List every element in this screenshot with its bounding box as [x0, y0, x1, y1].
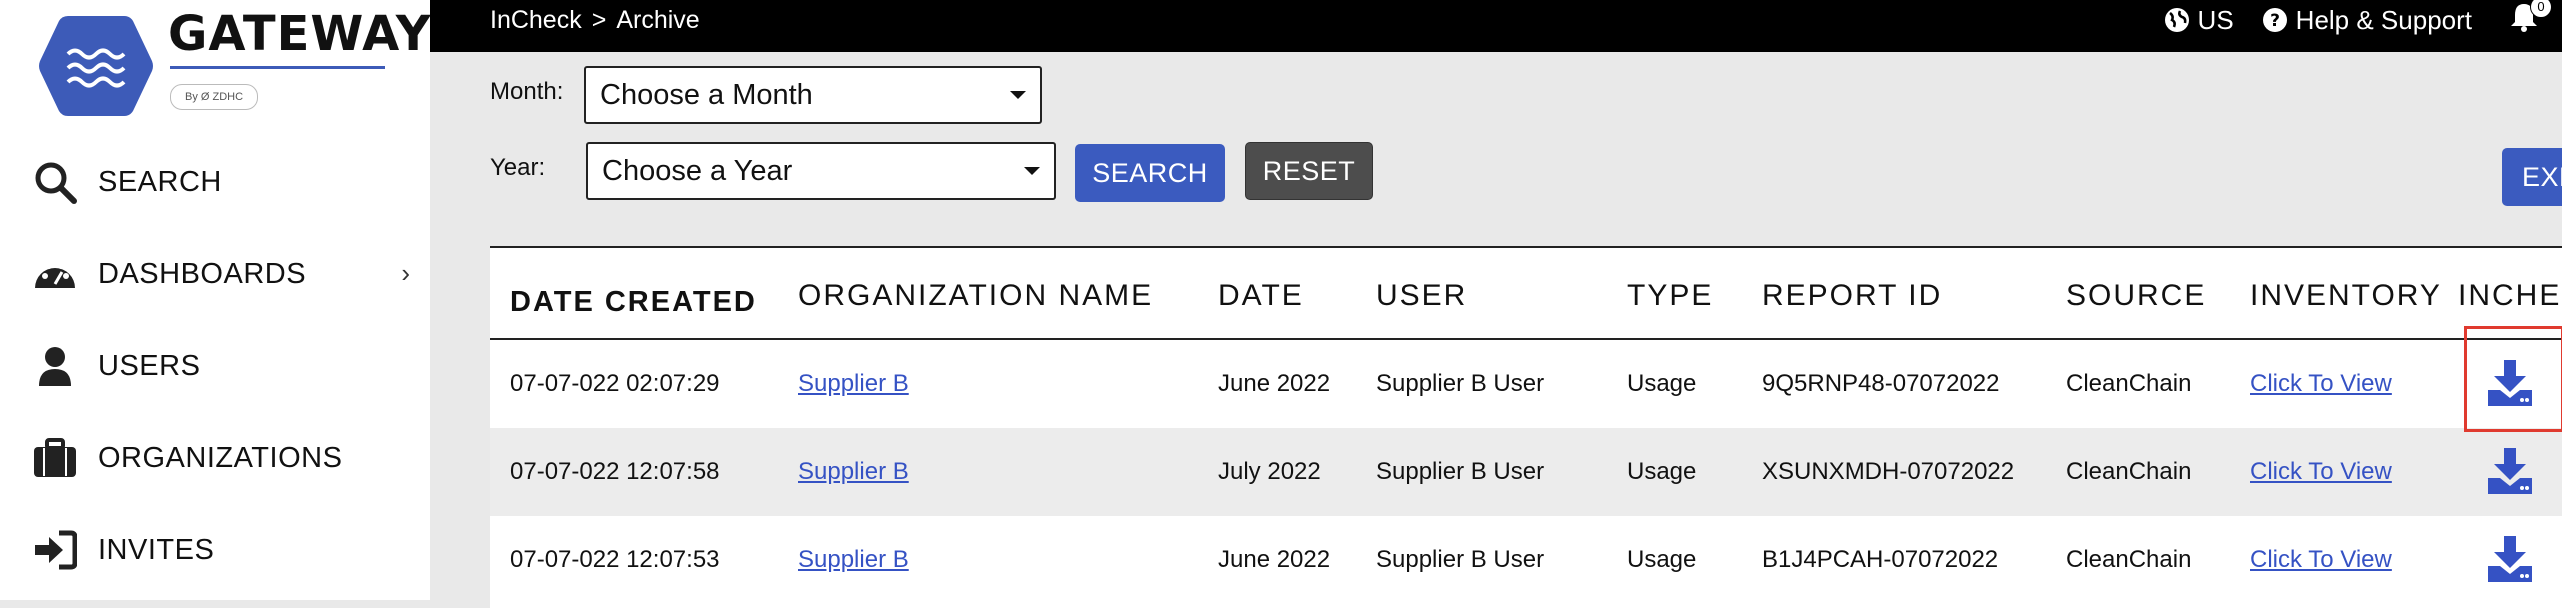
- sidebar-item-invites[interactable]: INVITES: [30, 520, 420, 580]
- highlight-box: [2464, 326, 2562, 432]
- globe-icon: [2164, 8, 2189, 32]
- cell-date: July 2022: [1218, 458, 1321, 485]
- header-date-created[interactable]: DATE CREATED: [510, 254, 757, 344]
- cell-source: CleanChain: [2066, 458, 2192, 485]
- cell-date: June 2022: [1218, 370, 1331, 397]
- cell-date-created: 07-07-022 02:07:29: [510, 370, 720, 397]
- table-header: DATE CREATED ORGANIZATION NAME DATE USER…: [490, 248, 2562, 340]
- archive-table: DATE CREATED ORGANIZATION NAME DATE USER…: [490, 246, 2562, 608]
- top-right-actions: US ? Help & Support 0: [2136, 0, 2562, 40]
- cell-user: Supplier B User: [1376, 546, 1545, 573]
- cell-source: CleanChain: [2066, 370, 2192, 397]
- sidebar-item-label: USERS: [98, 349, 201, 382]
- sidebar-item-dashboards[interactable]: DASHBOARDS ›: [30, 244, 420, 304]
- month-select-value: Choose a Month: [600, 78, 813, 111]
- table-row: 07-07-022 12:07:53 Supplier B June 2022 …: [490, 516, 2562, 604]
- cell-user: Supplier B User: [1376, 458, 1545, 485]
- gateway-logo-icon: [39, 16, 153, 116]
- user-icon: [30, 341, 80, 391]
- dashboard-gauge-icon: [30, 249, 80, 299]
- cell-report-id: 9Q5RNP48-07072022: [1762, 370, 2000, 397]
- sidebar-item-label: INVITES: [98, 533, 215, 566]
- search-icon: [30, 157, 80, 207]
- region-label: US: [2197, 4, 2234, 35]
- header-report-id[interactable]: REPORT ID: [1762, 248, 1942, 338]
- sidebar-item-label: SEARCH: [98, 165, 222, 198]
- organization-link[interactable]: Supplier B: [798, 340, 909, 428]
- help-label: Help & Support: [2295, 4, 2472, 35]
- sign-in-icon: [30, 525, 80, 575]
- header-incheck[interactable]: INCHECK: [2458, 248, 2562, 338]
- inventory-link[interactable]: Click To View: [2250, 428, 2392, 516]
- cell-source: CleanChain: [2066, 546, 2192, 573]
- help-support-link[interactable]: ? Help & Support: [2262, 5, 2472, 36]
- cell-report-id: XSUNXMDH-07072022: [1762, 458, 2015, 485]
- notification-count-badge: 0: [2530, 0, 2552, 18]
- cell-type: Usage: [1627, 546, 1697, 573]
- brand-tagline: By Ø ZDHC: [170, 84, 259, 110]
- organization-link[interactable]: Supplier B: [798, 428, 909, 516]
- table-row: 07-07-022 02:07:29 Supplier B June 2022 …: [490, 340, 2562, 428]
- year-select-value: Choose a Year: [602, 154, 793, 187]
- reset-button[interactable]: RESET: [1245, 142, 1373, 200]
- cell-type: Usage: [1627, 370, 1697, 397]
- cell-report-id: B1J4PCAH-07072022: [1762, 546, 1999, 573]
- top-bar: InCheck > Archive US ? Help & Support 0: [430, 0, 2562, 52]
- search-button[interactable]: SEARCH: [1075, 144, 1225, 202]
- briefcase-icon: [30, 433, 80, 483]
- header-user[interactable]: USER: [1376, 248, 1467, 338]
- cell-date: June 2022: [1218, 546, 1331, 573]
- download-icon[interactable]: [2486, 448, 2534, 494]
- table-row: 07-07-022 12:07:58 Supplier B July 2022 …: [490, 428, 2562, 516]
- header-organization-name[interactable]: ORGANIZATION NAME: [798, 248, 1153, 338]
- breadcrumb-archive: Archive: [616, 6, 700, 34]
- breadcrumb: InCheck > Archive: [490, 0, 700, 40]
- month-label: Month:: [490, 78, 564, 105]
- download-icon[interactable]: [2486, 536, 2534, 582]
- inventory-link[interactable]: Click To View: [2250, 516, 2392, 604]
- header-inventory[interactable]: INVENTORY: [2250, 248, 2442, 338]
- year-label: Year:: [490, 154, 546, 181]
- header-type[interactable]: TYPE: [1627, 248, 1713, 338]
- inventory-link[interactable]: Click To View: [2250, 340, 2392, 428]
- sidebar-item-label: DASHBOARDS: [98, 257, 307, 290]
- svg-text:?: ?: [2270, 11, 2280, 31]
- sidebar-item-search[interactable]: SEARCH: [30, 152, 420, 212]
- sidebar-item-organizations[interactable]: ORGANIZATIONS: [30, 428, 420, 488]
- sidebar-item-users[interactable]: USERS: [30, 336, 420, 396]
- caret-down-icon: [1024, 167, 1040, 175]
- chevron-right-icon: ›: [401, 258, 410, 288]
- header-source[interactable]: SOURCE: [2066, 248, 2206, 338]
- cell-date-created: 07-07-022 12:07:58: [510, 458, 720, 485]
- brand-name: GATEWAY: [168, 6, 432, 62]
- month-select[interactable]: Choose a Month: [584, 66, 1042, 124]
- cell-date-created: 07-07-022 12:07:53: [510, 546, 720, 573]
- breadcrumb-separator: >: [591, 6, 607, 34]
- cell-type: Usage: [1627, 458, 1697, 485]
- region-selector[interactable]: US: [2164, 5, 2234, 36]
- year-select[interactable]: Choose a Year: [586, 142, 1056, 200]
- sidebar-item-label: ORGANIZATIONS: [98, 441, 343, 474]
- brand-underline: [170, 66, 385, 69]
- export-button[interactable]: EXPORT: [2502, 148, 2562, 206]
- caret-down-icon: [1010, 91, 1026, 99]
- question-circle-icon: ?: [2262, 8, 2287, 32]
- organization-link[interactable]: Supplier B: [798, 516, 909, 604]
- cell-user: Supplier B User: [1376, 370, 1545, 397]
- sidebar: GATEWAY By Ø ZDHC SEARCH DASHBOARDS › US…: [0, 0, 430, 600]
- breadcrumb-incheck[interactable]: InCheck: [490, 6, 582, 34]
- notifications-button[interactable]: 0: [2510, 0, 2552, 39]
- header-date[interactable]: DATE: [1218, 248, 1304, 338]
